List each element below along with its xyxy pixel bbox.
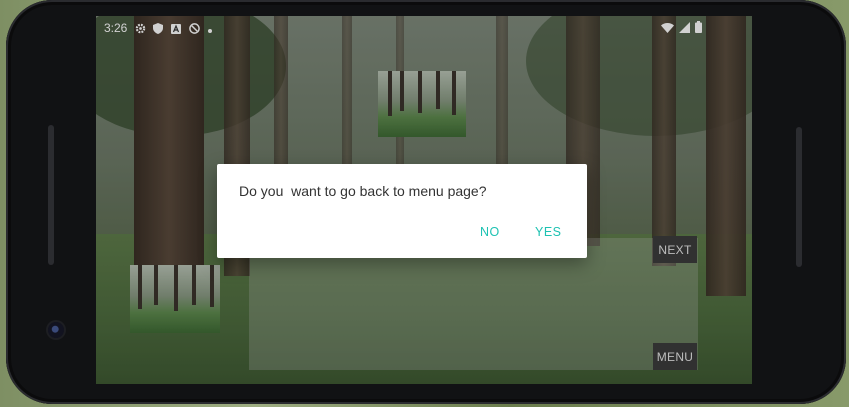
right-speaker-slot xyxy=(796,127,802,267)
dialog-message: Do you want to go back to menu page? xyxy=(239,183,487,199)
yes-button[interactable]: YES xyxy=(535,225,562,239)
confirm-dialog: Do you want to go back to menu page? NO … xyxy=(217,164,587,258)
no-button[interactable]: NO xyxy=(480,225,500,239)
left-speaker-slot xyxy=(48,125,54,265)
front-camera xyxy=(48,322,64,338)
